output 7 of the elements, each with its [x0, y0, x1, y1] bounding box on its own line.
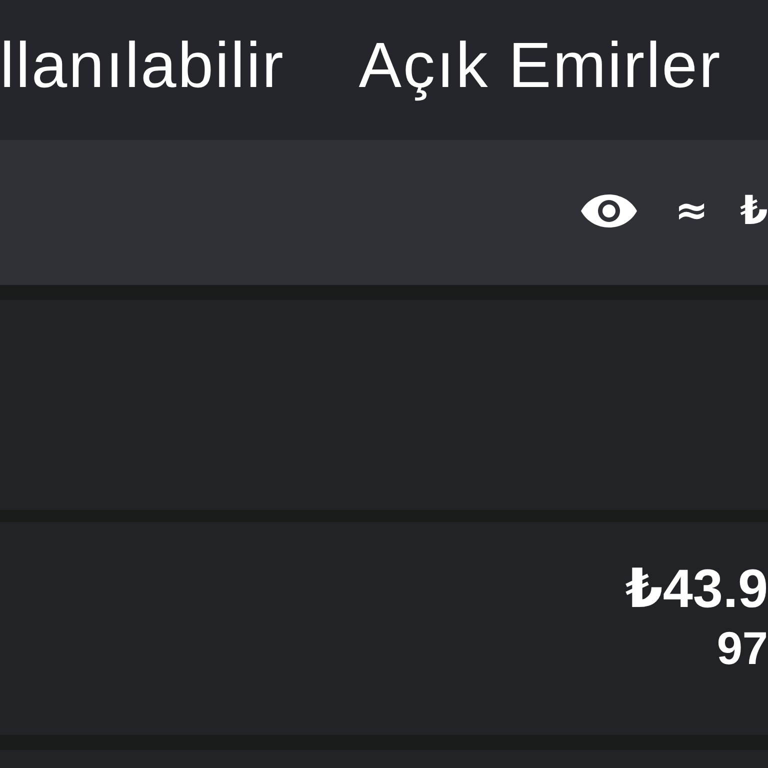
tab[interactable]: Açık Emirler — [358, 30, 722, 100]
asset-value: ₺43.9 — [625, 560, 768, 620]
asset-amount: 97 — [716, 623, 768, 674]
balance-amount: ≈ ₺ — [674, 190, 768, 230]
eye-icon[interactable] — [580, 194, 637, 228]
tab[interactable]: llanılabilir — [0, 30, 285, 100]
asset-card[interactable]: ₺43.9 97 — [0, 522, 768, 735]
